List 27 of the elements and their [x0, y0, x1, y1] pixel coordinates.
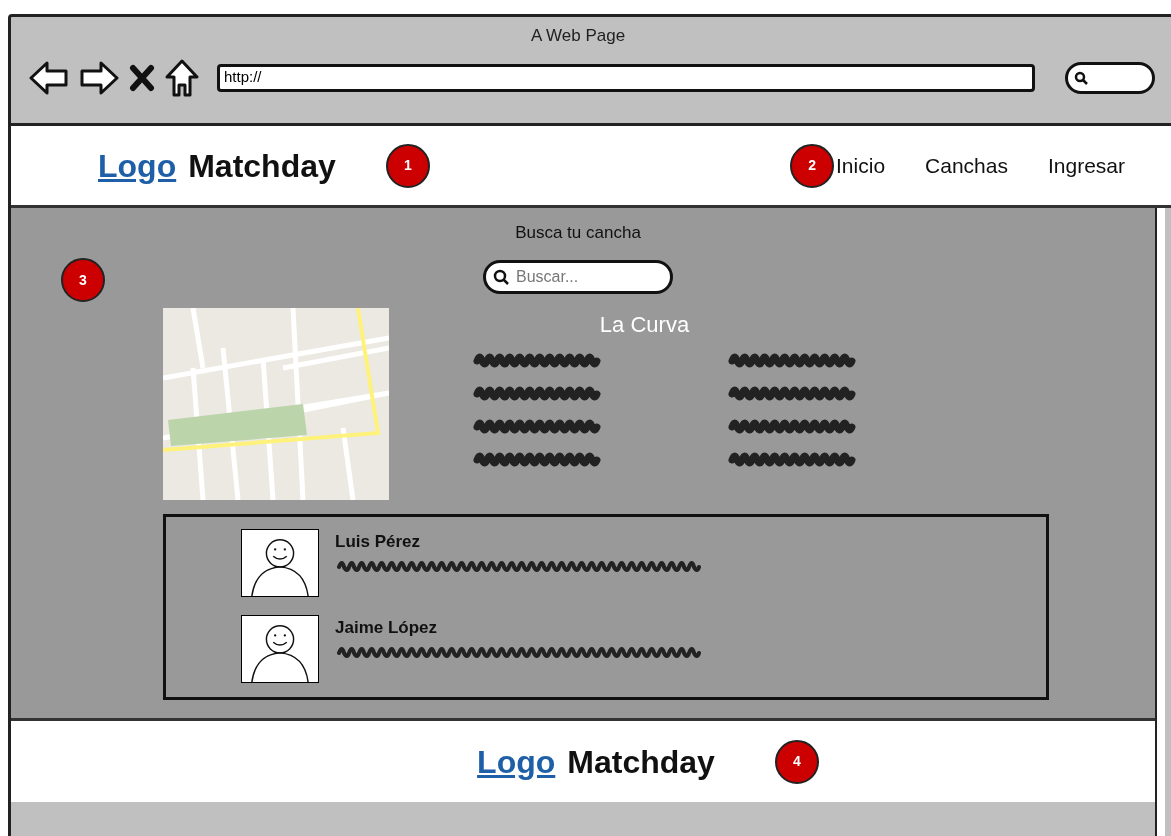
number-badge: 4 — [774, 739, 819, 784]
search-field[interactable] — [1065, 61, 1155, 94]
search-field[interactable]: Buscar... — [483, 259, 673, 294]
number-badge: 3 — [61, 258, 105, 302]
logo-link[interactable]: Logo — [98, 141, 177, 190]
number-badge: 1 — [385, 143, 430, 188]
nav-link[interactable]: Canchas — [925, 149, 1008, 182]
number-badge: 2 — [790, 143, 835, 188]
venue-name: La Curva — [599, 310, 690, 339]
section-heading: Busca tu cancha — [515, 222, 641, 244]
nav-link[interactable]: Ingresar — [1047, 149, 1125, 182]
address-field[interactable]: http:// — [217, 63, 1035, 92]
brand-name: Matchday — [188, 146, 336, 186]
avatar-icon — [241, 614, 319, 683]
forward-icon[interactable] — [79, 59, 119, 96]
brand-name: Matchday — [567, 742, 715, 782]
person-name: Luis Pérez — [335, 530, 422, 553]
window-title: A Web Page — [530, 25, 626, 47]
back-icon[interactable] — [29, 59, 69, 96]
person-name: Jaime López — [335, 616, 439, 639]
avatar-icon — [241, 528, 319, 597]
home-icon[interactable] — [165, 58, 199, 97]
search-icon — [493, 268, 509, 285]
close-icon[interactable] — [129, 63, 155, 92]
logo-link[interactable]: Logo — [477, 737, 556, 786]
nav-link[interactable]: Inicio — [836, 149, 886, 182]
search-icon — [1074, 70, 1088, 85]
